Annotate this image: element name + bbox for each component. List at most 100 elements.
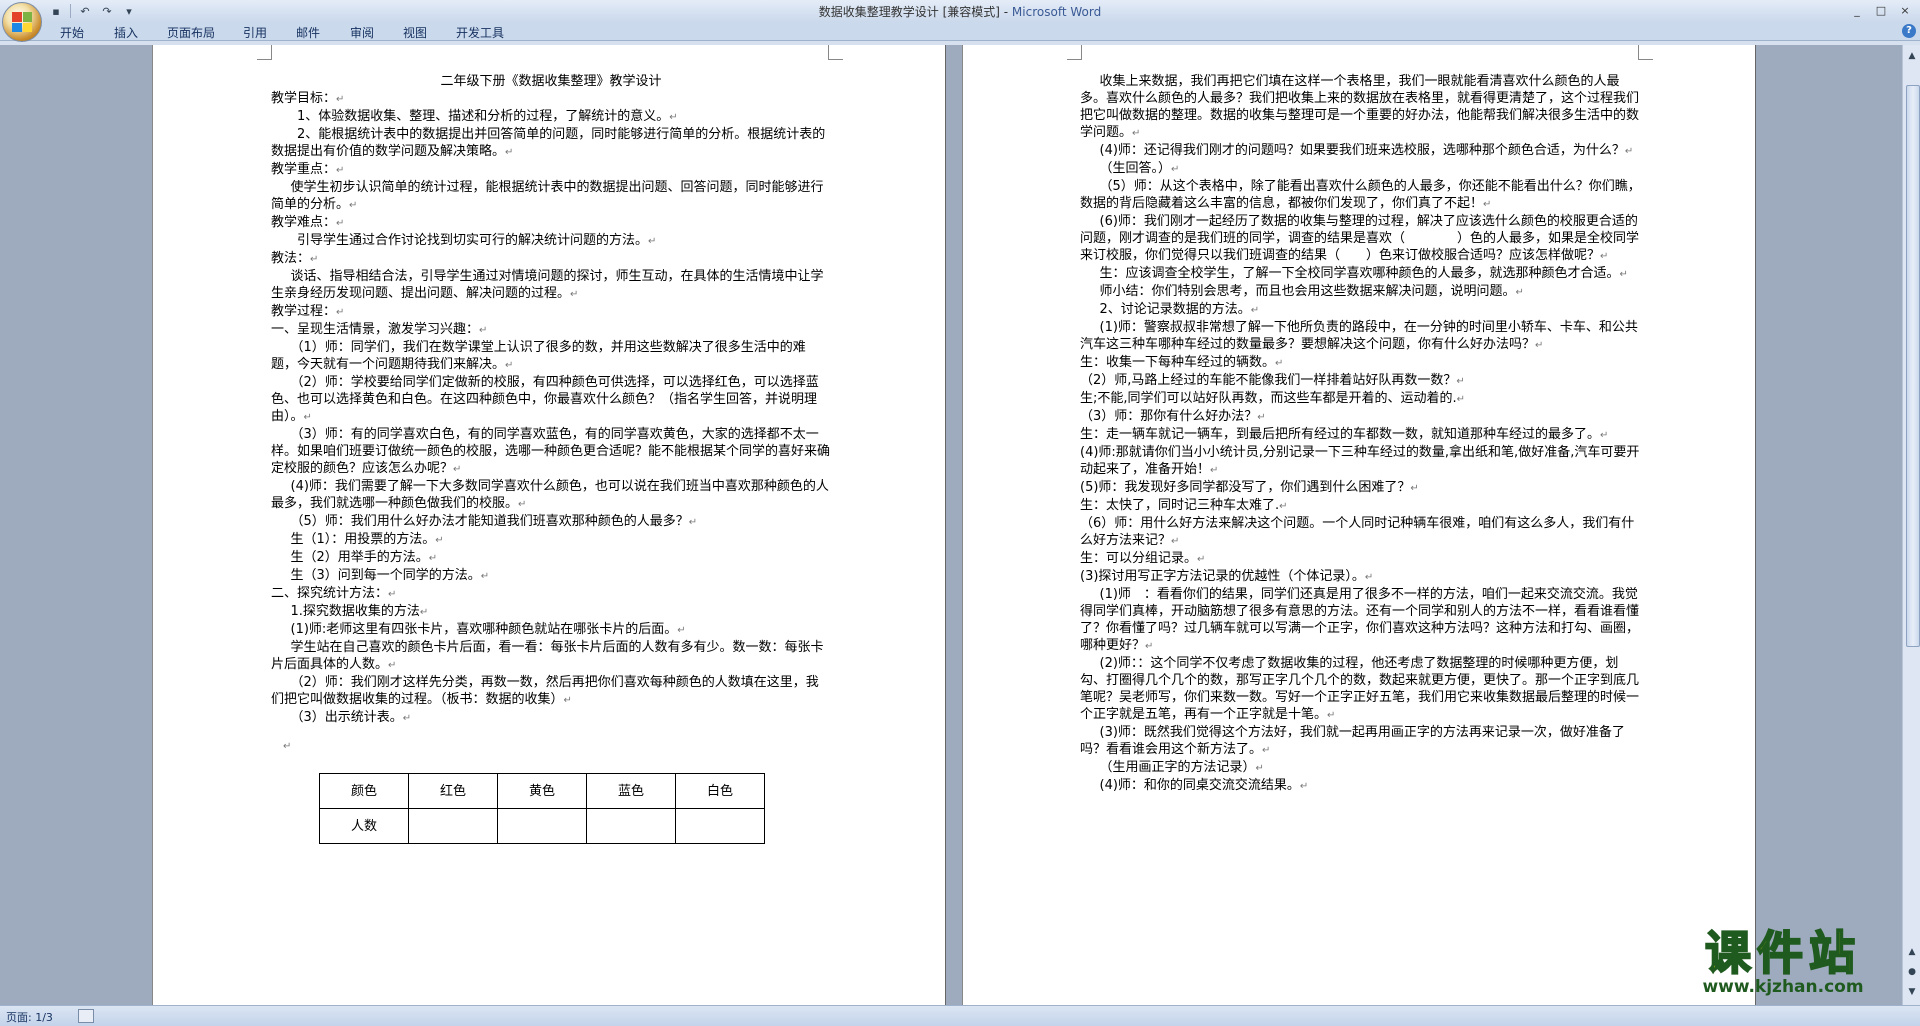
paragraph: 二、探究统计方法：↵: [271, 585, 831, 603]
paragraph: （3）出示统计表。↵: [271, 709, 831, 727]
page-indicator[interactable]: 页面: 1/3: [6, 1009, 53, 1025]
paragraph-mark-icon: ↵: [1145, 641, 1154, 652]
table-cell: [586, 808, 676, 844]
paragraph-mark-icon: ↵: [336, 307, 345, 318]
paragraph: （6）师：用什么好方法来解决这个问题。一个人同时记种辆车很难，咱们有这么多人，我…: [1080, 515, 1642, 550]
document-workspace[interactable]: 二年级下册《数据收集整理》教学设计 教学目标：↵ 1、体验数据收集、整理、描述和分…: [0, 45, 1902, 1005]
tab-page-layout[interactable]: 页面布局: [167, 24, 215, 41]
paragraph: （2）师：学校要给同学们定做新的校服，有四种颜色可供选择，可以选择红色，可以选择…: [271, 374, 831, 426]
tab-mailings[interactable]: 邮件: [296, 24, 320, 41]
paragraph-mark-icon: ↵: [1171, 536, 1180, 547]
paragraph-mark-icon: ↵: [336, 165, 345, 176]
tab-view[interactable]: 视图: [403, 24, 427, 41]
proofing-icon[interactable]: [78, 1009, 94, 1023]
paragraph-mark-icon: ↵: [479, 325, 488, 336]
close-button[interactable]: ×: [1894, 2, 1916, 18]
paragraph-text: (4)师：我们需要了解一下大多数同学喜欢什么颜色，也可以说在我们班当中喜欢那种颜…: [271, 479, 829, 511]
vertical-scrollbar[interactable]: ▲ ▲ ● ▼: [1902, 45, 1920, 1005]
paragraph-text: 教学重点：: [271, 162, 337, 177]
paragraph: （3）师：有的同学喜欢白色，有的同学喜欢蓝色，有的同学喜欢黄色，大家的选择都不太…: [271, 426, 831, 478]
paragraph: 生（3）问到每一个同学的方法。↵: [271, 567, 831, 585]
tab-review[interactable]: 审阅: [350, 24, 374, 41]
page-2[interactable]: 收集上来数据，我们再把它们填在这样一个表格里，我们一眼就能看清喜欢什么颜色的人最…: [963, 45, 1755, 1005]
crop-mark-top-right: [828, 45, 843, 60]
tab-developer[interactable]: 开发工具: [456, 24, 504, 41]
paragraph: 学生站在自己喜欢的颜色卡片后面，看一看：每张卡片后面的人数有多有少。数一数：每张…: [271, 639, 831, 674]
paragraph-mark-icon: ↵: [1262, 745, 1271, 756]
tab-references[interactable]: 引用: [243, 24, 267, 41]
paragraph-mark-icon: ↵: [336, 94, 345, 105]
maximize-button[interactable]: □: [1870, 2, 1892, 18]
paragraph-mark-icon: ↵: [1327, 710, 1336, 721]
office-button[interactable]: [2, 2, 42, 42]
paragraph-text: 2、能根据统计表中的数据提出并回答简单的问题，同时能够进行简单的分析。根据统计表…: [271, 127, 826, 159]
site-watermark-logo: 课件站 www.kjzhan.com: [1672, 927, 1894, 996]
minimize-button[interactable]: _: [1846, 2, 1868, 18]
paragraph: (6)师：我们刚才一起经历了数据的收集与整理的过程，解决了应该选什么颜色的校服更…: [1080, 213, 1642, 265]
paragraph-mark-icon: ↵: [1279, 501, 1288, 512]
paragraph-text: 生（2）用举手的方法。: [290, 550, 429, 565]
paragraph-mark-icon: ↵: [1483, 199, 1492, 210]
paragraph-text: （2）师：学校要给同学们定做新的校服，有四种颜色可供选择，可以选择红色，可以选择…: [271, 375, 819, 424]
page-1-text[interactable]: 二年级下册《数据收集整理》教学设计 教学目标：↵ 1、体验数据收集、整理、描述和分…: [271, 73, 831, 844]
paragraph-text: (1)师:老师这里有四张卡片，喜欢哪种颜色就站在哪张卡片的后面。: [290, 622, 678, 637]
paragraph: （3）师：那你有什么好办法？↵: [1080, 408, 1642, 426]
paragraph-mark-icon: ↵: [570, 289, 579, 300]
tab-insert[interactable]: 插入: [114, 24, 138, 41]
page-up-icon[interactable]: ▲: [1905, 945, 1919, 959]
paragraph-text: （生用画正字的方法记录）: [1099, 760, 1256, 775]
paragraph: 一、呈现生活情景，激发学习兴趣：↵: [271, 321, 831, 339]
table-cell: [497, 808, 587, 844]
paragraph-mark-icon: ↵: [1250, 305, 1260, 316]
paragraph-mark-icon: ↵: [563, 695, 572, 706]
scrollbar-thumb[interactable]: [1906, 85, 1920, 647]
paragraph-text: (6)师：我们刚才一起经历了数据的收集与整理的过程，解决了应该选什么颜色的校服更…: [1080, 214, 1640, 263]
paragraph: （生用画正字的方法记录）↵: [1080, 759, 1642, 777]
paragraph-text: （5）师：我们用什么好办法才能知道我们班喜欢那种颜色的人最多？: [290, 514, 689, 529]
document-title: 数据收集整理教学设计 [兼容模式] -: [818, 5, 1012, 19]
paragraph-text: 师小结：你们特别会思考，而且也会用这些数据来解决问题，说明问题。: [1099, 284, 1516, 299]
paragraph: (4)师：我们需要了解一下大多数同学喜欢什么颜色，也可以说在我们班当中喜欢那种颜…: [271, 478, 831, 513]
paragraph-mark-icon: ↵: [1619, 269, 1628, 280]
paragraph-mark-icon: ↵: [283, 741, 292, 752]
paragraph: （1）师：同学们，我们在数学课堂上认识了很多的数，并用这些数解决了很多生活中的难…: [271, 339, 831, 374]
paragraph-mark-icon: ↵: [1257, 412, 1266, 423]
paragraph-mark-icon: ↵: [336, 218, 345, 229]
page-2-text[interactable]: 收集上来数据，我们再把它们填在这样一个表格里，我们一眼就能看清喜欢什么颜色的人最…: [1080, 73, 1642, 795]
page-down-icon[interactable]: ▼: [1905, 985, 1919, 999]
paragraph-mark-icon: ↵: [310, 254, 319, 265]
crop-mark-top-left: [257, 45, 272, 60]
page-1[interactable]: 二年级下册《数据收集整理》教学设计 教学目标：↵ 1、体验数据收集、整理、描述和分…: [153, 45, 945, 1005]
paragraph-mark-icon: ↵: [1197, 554, 1206, 565]
table-cell: 颜色: [319, 773, 409, 809]
help-icon[interactable]: ?: [1902, 24, 1916, 38]
stats-table: 颜色 红色 黄色 蓝色 白色 人数: [319, 773, 765, 844]
paragraph-mark-icon: ↵: [1255, 763, 1264, 774]
paragraph-text: (4)师：还记得我们刚才的问题吗？如果要我们班来选校服，选哪种那个颜色合适，为什…: [1099, 143, 1625, 158]
paragraph-mark-icon: ↵: [518, 499, 527, 510]
paragraph: (5)师：我发现好多同学都没写了，你们遇到什么困难了？↵: [1080, 479, 1642, 497]
paragraph-text: 生：太快了，同时记三种车太难了.: [1080, 498, 1280, 513]
paragraph: 生：太快了，同时记三种车太难了.↵: [1080, 497, 1642, 515]
paragraph: （2）师：我们刚才这样先分类，再数一数，然后再把你们喜欢每种颜色的人数填在这里，…: [271, 674, 831, 709]
paragraph-text: 收集上来数据，我们再把它们填在这样一个表格里，我们一眼就能看清喜欢什么颜色的人最…: [1080, 74, 1640, 140]
table-cell: 白色: [675, 773, 765, 809]
paragraph: （生回答。）↵: [1080, 160, 1642, 178]
tab-home[interactable]: 开始: [60, 24, 84, 41]
paragraph: (4)师:那就请你们当小小统计员,分别记录一下三种车经过的数量,拿出纸和笔,做好…: [1080, 444, 1642, 479]
paragraph-text: 教学目标：: [271, 91, 337, 106]
scroll-up-icon[interactable]: ▲: [1905, 49, 1919, 63]
ribbon-tab-bar: 开始 插入 页面布局 引用 邮件 审阅 视图 开发工具: [0, 22, 1920, 41]
paragraph: 教法：↵: [271, 250, 831, 268]
browse-object-icon[interactable]: ●: [1905, 965, 1919, 979]
paragraph: （2）师,马路上经过的车能不能像我们一样排着站好队再数一数？↵: [1080, 372, 1642, 390]
paragraph-mark-icon: ↵: [1275, 358, 1284, 369]
page-2-paragraphs: 收集上来数据，我们再把它们填在这样一个表格里，我们一眼就能看清喜欢什么颜色的人最…: [1080, 73, 1642, 795]
paragraph: 教学过程：↵: [271, 303, 831, 321]
paragraph: (1)师 ：看看你们的结果，同学们还真是用了很多不一样的方法，咱们一起来交流交流…: [1080, 586, 1642, 655]
paragraph-mark-icon: ↵: [1364, 572, 1374, 583]
paragraph-text: 学生站在自己喜欢的颜色卡片后面，看一看：每张卡片后面的人数有多有少。数一数：每张…: [271, 640, 824, 672]
paragraph: (3)探讨用写正字方法记录的优越性（个体记录）。↵: [1080, 568, 1642, 586]
paragraph-text: 教学难点：: [271, 215, 337, 230]
paragraph-text: (1)师：警察叔叔非常想了解一下他所负责的路段中，在一分钟的时间里小轿车、卡车、…: [1080, 320, 1638, 352]
